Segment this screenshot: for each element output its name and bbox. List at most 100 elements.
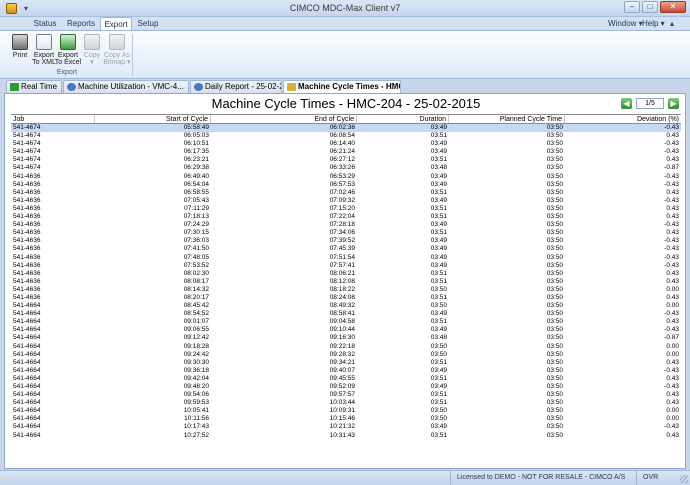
close-window-button[interactable]: ✕ — [660, 1, 686, 13]
next-page-button[interactable]: ▶ — [668, 97, 679, 109]
window-controls: – □ ✕ — [624, 1, 686, 15]
cell-deviation: 0.00 — [666, 342, 679, 350]
doc-tab-machine-cycle-times[interactable]: Machine Cycle Times - HMC... ✕ — [283, 80, 401, 93]
report-title: Machine Cycle Times - HMC-204 - 25-02-20… — [211, 96, 481, 111]
table-row[interactable]: 541-4636 07:05:43 07:09:32 03:49 03:50 -0.43 — [11, 197, 681, 205]
cell-end: 10:03:44 — [329, 399, 355, 407]
table-row[interactable]: 541-4674 05:58:49 06:02:38 03:49 03:50 -0.43 — [11, 124, 681, 133]
cell-start: 09:24:42 — [183, 350, 209, 358]
cell-planned: 03:50 — [546, 213, 563, 221]
cell-job: 541-4674 — [13, 164, 41, 172]
cell-start: 09:18:28 — [183, 342, 209, 350]
table-row[interactable]: 541-4674 06:29:38 06:33:26 03:48 03:50 -0.87 — [11, 164, 681, 172]
table-row[interactable]: 541-4664 09:18:28 09:22:18 03:50 03:50 0.00 — [11, 343, 681, 351]
close-tab-icon[interactable]: ✕ — [390, 81, 397, 93]
page-indicator[interactable]: 1/5 — [636, 97, 664, 109]
cell-deviation: 0.43 — [666, 229, 679, 237]
column-header-planned[interactable]: Planned Cycle Time — [449, 115, 565, 123]
doc-tab-real-time[interactable]: Real Time — [6, 80, 62, 93]
table-row[interactable]: 541-4664 08:54:52 08:58:41 03:49 03:50 -0.43 — [11, 310, 681, 318]
column-header-end[interactable]: End of Cycle — [211, 115, 357, 123]
cell-start: 06:58:55 — [183, 188, 209, 196]
table-row[interactable]: 541-4636 08:08:17 08:12:08 03:51 03:50 0.43 — [11, 278, 681, 286]
cell-duration: 03:51 — [430, 431, 447, 439]
table-row[interactable]: 541-4636 07:53:52 07:57:41 03:49 03:50 -0.43 — [11, 262, 681, 270]
table-row[interactable]: 541-4664 09:24:42 09:28:32 03:50 03:50 0.00 — [11, 351, 681, 359]
column-header-start[interactable]: Start of Cycle — [95, 115, 211, 123]
table-row[interactable]: 541-4636 07:36:03 07:39:52 03:49 03:50 -0.43 — [11, 237, 681, 245]
cell-planned: 03:50 — [546, 350, 563, 358]
table-row[interactable]: 541-4664 09:06:55 09:10:44 03:49 03:50 -0.43 — [11, 326, 681, 334]
table-row[interactable]: 541-4674 06:05:03 06:08:54 03:51 03:50 0.43 — [11, 132, 681, 140]
table-row[interactable]: 541-4664 09:48:20 09:52:09 03:49 03:50 -0.43 — [11, 383, 681, 391]
table-row[interactable]: 541-4636 08:02:30 08:06:21 03:51 03:50 0.43 — [11, 270, 681, 278]
table-row[interactable]: 541-4636 06:58:55 07:02:46 03:51 03:50 0.43 — [11, 189, 681, 197]
cell-deviation: 0.00 — [666, 407, 679, 415]
cell-deviation: 0.00 — [666, 350, 679, 358]
table-row[interactable]: 541-4636 08:14:32 08:18:22 03:50 03:50 0.00 — [11, 286, 681, 294]
resize-grip-icon[interactable] — [680, 475, 688, 483]
column-header-deviation[interactable]: Deviation (%) — [565, 115, 681, 123]
table-row[interactable]: 541-4664 09:54:06 09:57:57 03:51 03:50 0.43 — [11, 391, 681, 399]
table-row[interactable]: 541-4636 07:48:05 07:51:54 03:49 03:50 -0.43 — [11, 254, 681, 262]
column-header-duration[interactable]: Duration — [357, 115, 449, 123]
doc-tab-machine-utilization[interactable]: Machine Utilization - VMC-4... — [63, 80, 189, 93]
cell-end: 08:18:22 — [329, 285, 355, 293]
minimize-button[interactable]: – — [624, 1, 640, 13]
table-row[interactable]: 541-4664 09:30:30 09:34:21 03:51 03:50 0.43 — [11, 359, 681, 367]
cell-start: 06:54:04 — [183, 180, 209, 188]
cell-start: 10:27:52 — [183, 431, 209, 439]
table-row[interactable]: 541-4636 07:41:50 07:45:39 03:49 03:50 -0.43 — [11, 245, 681, 253]
table-row[interactable]: 541-4664 09:42:04 09:45:55 03:51 03:50 0.43 — [11, 375, 681, 383]
table-row[interactable]: 541-4664 09:36:18 09:40:07 03:49 03:50 -0.43 — [11, 367, 681, 375]
window-menu[interactable]: Window ▾ — [608, 17, 643, 30]
cell-end: 08:06:21 — [329, 269, 355, 277]
previous-page-button[interactable]: ◀ — [621, 97, 632, 109]
cell-planned: 03:50 — [546, 180, 563, 188]
table-row[interactable]: 541-4636 07:24:29 07:28:18 03:49 03:50 -0.43 — [11, 221, 681, 229]
maximize-button[interactable]: □ — [642, 1, 658, 13]
tab-setup[interactable]: Setup — [134, 17, 162, 30]
report-view: Machine Cycle Times - HMC-204 - 25-02-20… — [4, 93, 686, 469]
table-row[interactable]: 541-4636 08:20:17 08:24:08 03:51 03:50 0.43 — [11, 294, 681, 302]
table-row[interactable]: 541-4674 06:23:21 06:27:12 03:51 03:50 0.43 — [11, 156, 681, 164]
table-row[interactable]: 541-4636 06:49:40 06:53:29 03:49 03:50 -0.43 — [11, 173, 681, 181]
tab-reports[interactable]: Reports — [64, 17, 98, 30]
table-row[interactable]: 541-4664 10:17:43 10:21:32 03:49 03:50 -0.43 — [11, 423, 681, 431]
cell-end: 08:49:32 — [329, 302, 355, 310]
table-row[interactable]: 541-4636 07:18:13 07:22:04 03:51 03:50 0.43 — [11, 213, 681, 221]
help-menu[interactable]: Help ▾ — [642, 17, 665, 30]
cell-duration: 03:49 — [430, 310, 447, 318]
table-row[interactable]: 541-4664 08:45:42 08:49:32 03:50 03:50 0.00 — [11, 302, 681, 310]
table-row[interactable]: 541-4664 09:01:07 09:04:58 03:51 03:50 0.43 — [11, 318, 681, 326]
cell-job: 541-4664 — [13, 383, 41, 390]
table-row[interactable]: 541-4664 10:27:52 10:31:43 03:51 03:50 0.43 — [11, 432, 681, 440]
table-row[interactable]: 541-4674 06:10:51 06:14:40 03:49 03:50 -0.43 — [11, 140, 681, 148]
cell-start: 09:48:20 — [183, 383, 209, 390]
status-bar: Licensed to DEMO - NOT FOR RESALE - CIMC… — [0, 470, 690, 485]
table-row[interactable]: 541-4636 06:54:04 06:57:53 03:49 03:50 -0.43 — [11, 181, 681, 189]
cell-planned: 03:50 — [546, 269, 563, 277]
cell-planned: 03:50 — [546, 124, 563, 131]
table-row[interactable]: 541-4636 07:11:29 07:15:20 03:51 03:50 0.43 — [11, 205, 681, 213]
doc-tab-label: Real Time — [21, 82, 58, 91]
cell-planned: 03:50 — [546, 342, 563, 350]
column-header-job[interactable]: Job — [11, 115, 95, 123]
table-row[interactable]: 541-4664 09:12:42 09:16:30 03:48 03:50 -0.87 — [11, 334, 681, 342]
table-row[interactable]: 541-4636 07:30:15 07:34:06 03:51 03:50 0.43 — [11, 229, 681, 237]
table-row[interactable]: 541-4664 10:05:41 10:09:31 03:50 03:50 0.00 — [11, 407, 681, 415]
cell-planned: 03:50 — [546, 204, 563, 212]
cell-job: 541-4664 — [13, 334, 41, 342]
tab-export[interactable]: Export — [100, 17, 132, 30]
table-row[interactable]: 541-4664 09:59:53 10:03:44 03:51 03:50 0.43 — [11, 399, 681, 407]
table-row[interactable]: 541-4674 06:17:35 06:21:24 03:49 03:50 -0.43 — [11, 148, 681, 156]
tab-status[interactable]: Status — [28, 17, 62, 30]
cell-planned: 03:50 — [546, 156, 563, 164]
cell-planned: 03:50 — [546, 423, 563, 431]
doc-tab-daily-report[interactable]: Daily Report - 25-02-2015 — [190, 80, 282, 93]
ribbon-collapse-icon[interactable]: ▴ — [670, 17, 674, 30]
cell-duration: 03:49 — [430, 148, 447, 156]
copy-as-bitmap-button[interactable]: Copy As Bitmap ▾ — [102, 34, 132, 68]
cell-planned: 03:50 — [546, 407, 563, 415]
table-row[interactable]: 541-4664 10:11:56 10:15:46 03:50 03:50 0.00 — [11, 415, 681, 423]
